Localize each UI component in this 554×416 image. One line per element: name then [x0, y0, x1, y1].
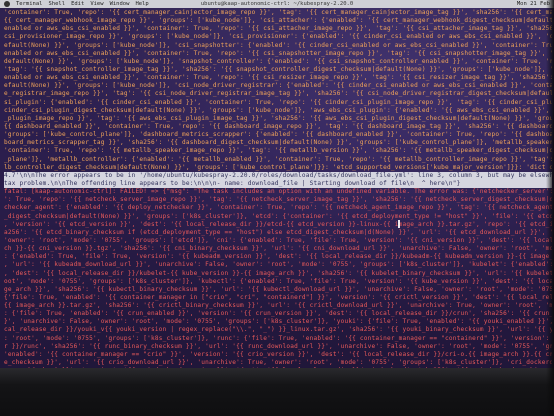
- terminal-line[interactable]: e_registrar_image_repo }}', 'tag': '{{ c…: [4, 90, 552, 98]
- text-cursor-icon: [398, 220, 400, 228]
- terminal-line[interactable]: csi_provisioner_image_repo }}', 'groups'…: [4, 33, 552, 41]
- apple-logo-icon[interactable]: [4, 1, 10, 7]
- menu-item-shell[interactable]: Shell: [49, 0, 66, 8]
- terminal-line[interactable]: ge_arch }}', 'sha256': '{{ kubectl_binar…: [4, 286, 552, 294]
- terminal-output[interactable]: 'container': True, 'repo': '{{ cert_mana…: [0, 8, 554, 368]
- menu-item-view[interactable]: View: [90, 0, 103, 8]
- terminal-line[interactable]: 'container': True, 'repo': '{{ cert_mana…: [4, 9, 552, 17]
- terminal-line[interactable]: : {'file': True, 'enabled': '{{ crun_ena…: [4, 310, 552, 318]
- menu-item-edit[interactable]: Edit: [71, 0, 84, 8]
- terminal-line[interactable]: cinder_csi_plugin_digest_checksum|defaul…: [4, 107, 552, 115]
- terminal-line[interactable]: , 'url': '{{ kubeadm_download_url }}', '…: [4, 261, 552, 269]
- terminal-line[interactable]: : 'root', 'mode': '0755', 'groups': ['k8…: [4, 335, 552, 343]
- terminal-line[interactable]: si_plugin': {'enabled': '{{ cinder_csi_e…: [4, 99, 552, 107]
- terminal-line[interactable]: efault(None) }}', 'groups': ['kube_node'…: [4, 42, 552, 50]
- terminal-line[interactable]: _plugin_image_repo }}', 'tag': '{{ aws_e…: [4, 115, 552, 123]
- menu-item-terminal[interactable]: Terminal: [16, 0, 43, 8]
- terminal-line[interactable]: cal_release_dir }}/youki_v{{ youki_versi…: [4, 326, 552, 334]
- monitor-bezel: [0, 368, 554, 416]
- terminal-line[interactable]: board_metrics_scrapper_tag }}', 'sha256'…: [4, 139, 552, 147]
- terminal-line[interactable]: enabled or aws_ebs_csi_enabled }}', 'con…: [4, 50, 552, 58]
- terminal-line[interactable]: a256': '{{ etcd_binary_checksum if (etcd…: [4, 229, 552, 237]
- terminal-line[interactable]: 'owner': 'root', 'mode': '0755', 'groups…: [4, 237, 552, 245]
- terminal-line[interactable]: {'file': True, 'enabled': '{{ container_…: [4, 294, 552, 302]
- terminal-line[interactable]: fatal: [kaap-autonomic-ctrl]: FAILED! =>…: [4, 188, 552, 196]
- terminal-line[interactable]: efault(None) }}', 'groups': ['kube_node'…: [4, 82, 552, 90]
- terminal-line[interactable]: : {'enabled': True, 'file': True, 'versi…: [4, 253, 552, 261]
- terminal-line[interactable]: checker_agent': {'enabled': '{{ deploy_n…: [4, 204, 552, 212]
- terminal-line[interactable]: enabled or aws_ebs_csi_enabled }}', 'con…: [4, 74, 552, 82]
- terminal-line[interactable]: lb_controller_digest_checksum|default(No…: [4, 164, 552, 172]
- terminal-line[interactable]: oot', 'mode': '0755', 'groups': ['k8s_cl…: [4, 278, 552, 286]
- monitor-screen: 'container': True, 'repo': '{{ cert_mana…: [0, 0, 554, 416]
- terminal-line[interactable]: enabled or aws_ebs_csi_enabled }}', 'con…: [4, 25, 552, 33]
- monitor-bezel-side: [546, 0, 554, 416]
- menu-item-window[interactable]: Window: [110, 0, 130, 8]
- terminal-line[interactable]: , 'version': '{{ etcd_version }}', 'dest…: [4, 221, 552, 229]
- terminal-line[interactable]: 'enabled': '{{ container_manager == "cri…: [4, 351, 552, 359]
- terminal-line[interactable]: , 'dest': '{{ local_release_dir }}/kubel…: [4, 270, 552, 278]
- selected-terminal-line[interactable]: tax problem.\n\nThe offending line appea…: [4, 179, 552, 189]
- terminal-line[interactable]: default(None) }}', 'groups': ['kube_node…: [4, 58, 552, 66]
- terminal-line[interactable]: 'container': True, 'repo': '{{ metallb_s…: [4, 147, 552, 155]
- terminal-line[interactable]: e_checksum }}', 'url': '{{ crio_download…: [4, 359, 552, 367]
- selected-terminal-line[interactable]: 4.7'\n\nThe error appears to be in '/hom…: [4, 171, 552, 180]
- terminal-line[interactable]: {{ cert_manager_webhook_image_repo }}', …: [4, 17, 552, 25]
- terminal-line[interactable]: {{ dashboard_enabled }}', 'container': T…: [4, 123, 552, 131]
- terminal-window[interactable]: 'container': True, 'repo': '{{ cert_mana…: [0, 8, 554, 368]
- terminal-line[interactable]: _digest_checksum|default(None) }}', 'gro…: [4, 213, 552, 221]
- terminal-line[interactable]: ': True, 'repo': '{{ netcheck_server_ima…: [4, 196, 552, 204]
- terminal-line[interactable]: }', 'unarchive': False, 'owner': 'root',…: [4, 318, 552, 326]
- terminal-line[interactable]: {{ image_arch }}.tar.gz', 'sha256': '{{ …: [4, 302, 552, 310]
- terminal-line[interactable]: 'tag': '{{ snapshot_controller_image_tag…: [4, 66, 552, 74]
- terminal-line[interactable]: ch }}-{{ cni_version }}.tgz', 'sha256': …: [4, 245, 552, 253]
- terminal-line[interactable]: _plane']}, 'metallb_controller': {'enabl…: [4, 156, 552, 164]
- menu-bar: Terminal Shell Edit View Window Help Mon…: [0, 0, 554, 8]
- menu-item-help[interactable]: Help: [135, 0, 148, 8]
- terminal-line[interactable]: 'groups': ['kube_control_plane']}, 'dash…: [4, 131, 552, 139]
- terminal-line[interactable]: r }}/runc', 'sha256': '{{ runc_binary_ch…: [4, 343, 552, 351]
